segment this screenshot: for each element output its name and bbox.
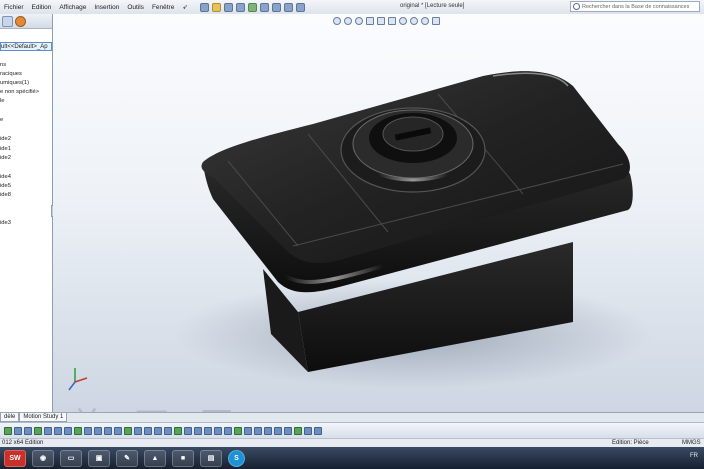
feature-icon[interactable]	[194, 426, 202, 435]
status-edit-mode: Edition: Pièce	[612, 440, 649, 446]
feature-icon[interactable]	[304, 426, 312, 435]
tree-item[interactable]: raciques	[0, 71, 22, 77]
tree-item[interactable]: e non spécifié>	[0, 89, 39, 95]
tree-item[interactable]: e	[0, 117, 3, 123]
pin-icon[interactable]: ➶	[178, 3, 191, 11]
search-icon	[573, 3, 580, 10]
menu-insertion[interactable]: Insertion	[90, 4, 123, 11]
tree-item[interactable]: ide3	[0, 220, 11, 226]
feature-icon[interactable]	[14, 426, 22, 435]
app-taskbar-icon[interactable]: ■	[172, 449, 194, 467]
feature-icon[interactable]	[4, 426, 12, 435]
tree-item[interactable]: ide8	[0, 192, 11, 198]
axis-triad	[68, 368, 88, 391]
tree-item[interactable]: le	[0, 98, 5, 104]
tree-item[interactable]: ide1	[0, 146, 11, 152]
feature-icon[interactable]	[54, 426, 62, 435]
graphics-viewport[interactable]	[53, 14, 704, 412]
open-folder-icon[interactable]	[211, 2, 221, 12]
feature-icon[interactable]	[124, 426, 132, 435]
feature-icon[interactable]	[184, 426, 192, 435]
app-taskbar-icon[interactable]: ▤	[200, 449, 222, 467]
tab-model[interactable]: dèle	[0, 413, 20, 422]
undo-icon[interactable]	[247, 2, 257, 12]
skype-taskbar-icon[interactable]: S	[228, 449, 245, 467]
feature-icon[interactable]	[64, 426, 72, 435]
knowledge-base-search[interactable]: Rechercher dans la Base de connaissances	[570, 1, 700, 12]
tab-motion-study[interactable]: Motion Study 1	[19, 413, 68, 422]
tree-root-config[interactable]: ult<<Default>_Ap	[0, 42, 52, 51]
tree-item[interactable]: ide2	[0, 136, 11, 142]
feature-icon[interactable]	[164, 426, 172, 435]
status-units[interactable]: MMGS	[682, 440, 701, 446]
feature-icon[interactable]	[224, 426, 232, 435]
console-taskbar-icon[interactable]: ▭	[60, 449, 82, 467]
tree-item[interactable]: ns	[0, 62, 6, 68]
menu-fichier[interactable]: Fichier	[0, 4, 28, 11]
menu-affichage[interactable]: Affichage	[55, 4, 90, 11]
app-taskbar-icon[interactable]: ▣	[88, 449, 110, 467]
feature-icon[interactable]	[104, 426, 112, 435]
feature-icon[interactable]	[214, 426, 222, 435]
feature-manager-tabs	[0, 14, 52, 29]
feature-icon[interactable]	[44, 426, 52, 435]
menu-outils[interactable]: Outils	[123, 4, 148, 11]
feature-icon[interactable]	[144, 426, 152, 435]
print-icon[interactable]	[235, 2, 245, 12]
menu-bar: Fichier Edition Affichage Insertion Outi…	[0, 0, 704, 15]
tree-item[interactable]: ide5	[0, 183, 11, 189]
command-manager	[0, 422, 704, 438]
feature-icon[interactable]	[204, 426, 212, 435]
feature-manager-panel: ult<<Default>_Ap ns raciques umiques(1) …	[0, 14, 53, 414]
feature-icon[interactable]	[254, 426, 262, 435]
appearance-tab-icon[interactable]	[15, 15, 26, 27]
feature-icon[interactable]	[154, 426, 162, 435]
select-icon[interactable]	[259, 2, 269, 12]
feature-icon[interactable]	[234, 426, 242, 435]
menu-edition[interactable]: Edition	[28, 4, 56, 11]
feature-icon[interactable]	[294, 426, 302, 435]
solidworks-taskbar-icon[interactable]: SW	[4, 449, 26, 467]
options-icon[interactable]	[283, 2, 293, 12]
new-document-icon[interactable]	[199, 2, 209, 12]
tree-item[interactable]: ide4	[0, 174, 11, 180]
feature-icon[interactable]	[314, 426, 322, 435]
part-model	[68, 71, 653, 391]
feature-icon[interactable]	[284, 426, 292, 435]
feature-icon[interactable]	[244, 426, 252, 435]
document-title: original * [Lecture seule]	[400, 3, 465, 9]
app-taskbar-icon[interactable]: ✎	[116, 449, 138, 467]
feature-icon[interactable]	[24, 426, 32, 435]
feature-icon[interactable]	[74, 426, 82, 435]
feature-icon[interactable]	[114, 426, 122, 435]
file-properties-icon[interactable]	[295, 2, 305, 12]
standard-toolbar	[199, 2, 305, 12]
language-indicator[interactable]: FR	[690, 453, 698, 459]
status-product: 012 x64 Edition	[2, 440, 44, 446]
app-taskbar-icon[interactable]: ▲	[144, 449, 166, 467]
feature-icon[interactable]	[264, 426, 272, 435]
tree-item[interactable]: umiques(1)	[0, 80, 29, 86]
feature-icon[interactable]	[94, 426, 102, 435]
tree-item[interactable]: ide2	[0, 155, 11, 161]
feature-icon[interactable]	[34, 426, 42, 435]
feature-tree-tab-icon[interactable]	[2, 15, 13, 27]
rebuild-icon[interactable]	[271, 2, 281, 12]
feature-icon[interactable]	[174, 426, 182, 435]
feature-icon[interactable]	[274, 426, 282, 435]
firefox-taskbar-icon[interactable]: ◉	[32, 449, 54, 467]
search-placeholder: Rechercher dans la Base de connaissances	[582, 3, 690, 10]
save-icon[interactable]	[223, 2, 233, 12]
feature-icon[interactable]	[134, 426, 142, 435]
windows-taskbar: SW ◉ ▭ ▣ ✎ ▲ ■ ▤ S FR	[0, 447, 704, 469]
feature-icon[interactable]	[84, 426, 92, 435]
menu-fenetre[interactable]: Fenêtre	[148, 4, 178, 11]
